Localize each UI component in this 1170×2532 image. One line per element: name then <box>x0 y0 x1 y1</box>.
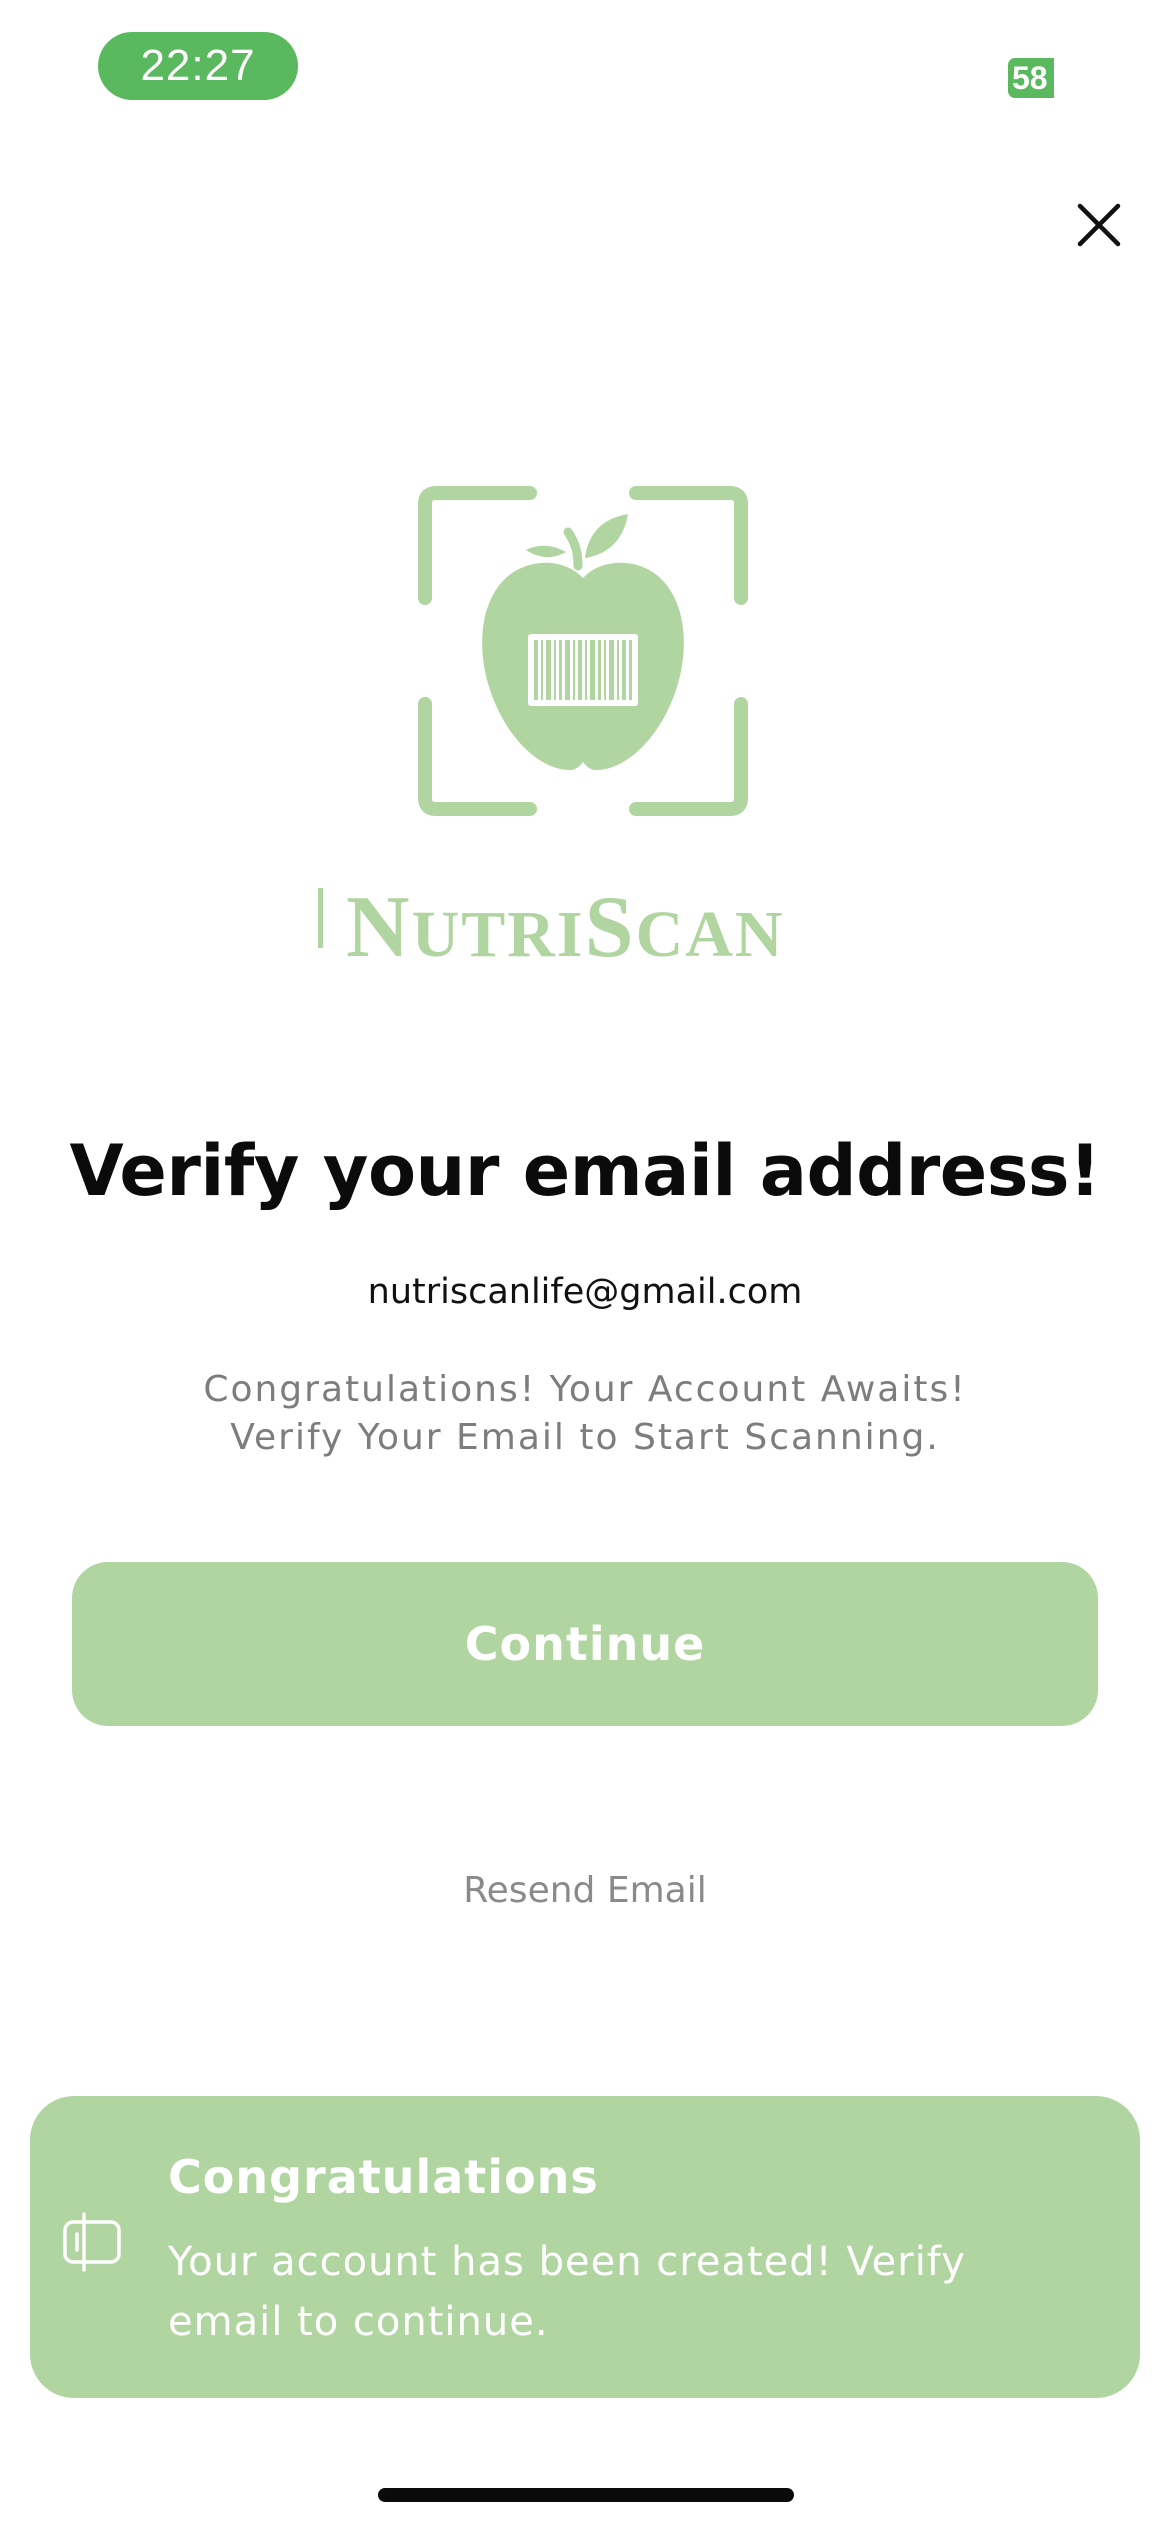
brand-wordmark: NUTRISCAN <box>318 879 785 970</box>
toast-title: Congratulations <box>168 2150 599 2204</box>
status-time: 22:27 <box>98 32 298 100</box>
feedback-icon <box>63 2212 121 2272</box>
page-title: Verify your email address! <box>69 1130 1101 1212</box>
continue-button[interactable]: Continue <box>72 1562 1098 1726</box>
svg-text:NUTRISCAN: NUTRISCAN <box>346 879 785 970</box>
toast-message: Your account has been created! Verify em… <box>168 2239 966 2345</box>
close-icon <box>1077 203 1121 247</box>
wordmark-part: S <box>585 879 636 970</box>
apple-barcode-scan-icon <box>418 486 748 816</box>
wordmark-part: UTRI <box>412 898 585 970</box>
close-button[interactable] <box>1066 192 1132 258</box>
wordmark-part: CAN <box>636 898 785 970</box>
wordmark-part: N <box>346 879 412 970</box>
email-address: nutriscanlife@gmail.com <box>367 1272 803 1312</box>
verify-subtitle: Congratulations! Your Account Awaits! Ve… <box>0 1366 1170 1462</box>
resend-email-link[interactable]: Resend Email <box>0 1870 1170 1911</box>
subtitle-line: Verify Your Email to Start Scanning. <box>230 1417 940 1458</box>
subtitle-line: Congratulations! Your Account Awaits! <box>203 1369 967 1410</box>
success-toast[interactable]: Congratulations Your account has been cr… <box>30 2096 1140 2398</box>
battery-indicator: 58 <box>1008 58 1054 98</box>
home-indicator[interactable] <box>378 2488 794 2502</box>
